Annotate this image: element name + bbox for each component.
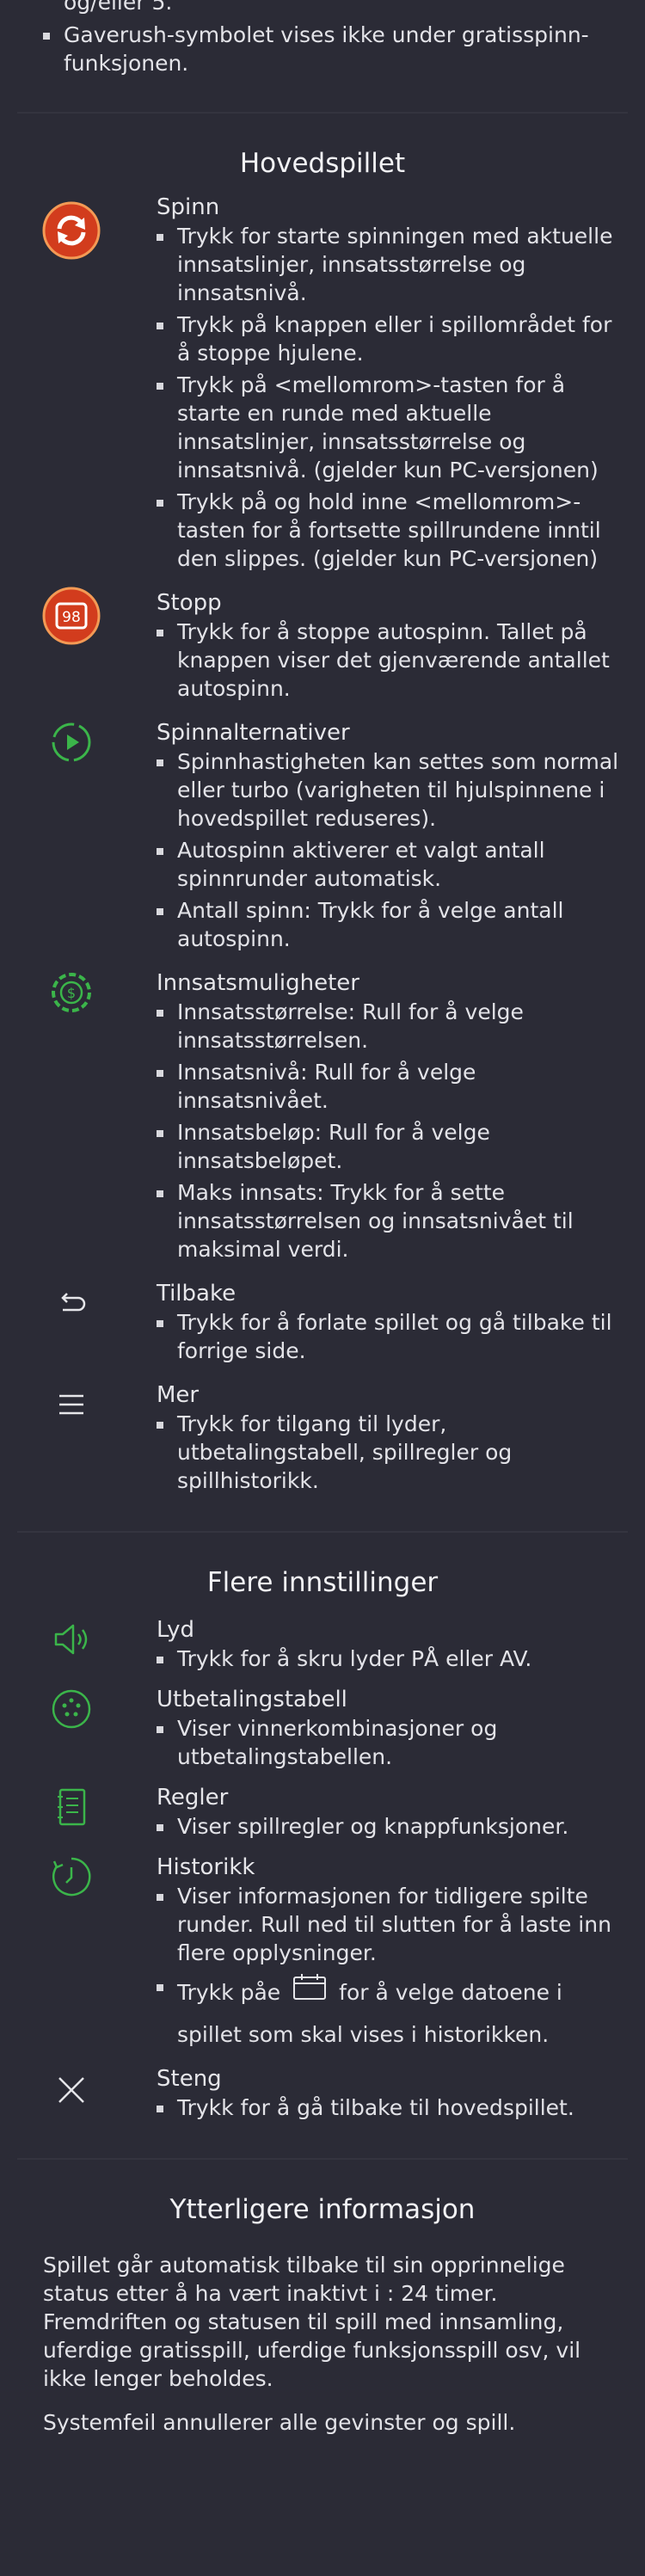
spin-title: Spinn bbox=[157, 194, 220, 220]
list-item: Maks innsats: Trykk for å sette innsatss… bbox=[157, 1178, 628, 1263]
section-title-additional-info: Ytterligere informasjon bbox=[169, 2194, 476, 2225]
more-info: Mer Trykk for tilgang til lyder, utbetal… bbox=[0, 1380, 645, 1495]
more-title: Mer bbox=[157, 1382, 200, 1408]
info-paragraph: Spillet går automatisk tilbake til sin o… bbox=[43, 2253, 581, 2391]
fragment-text: og/eller 5. bbox=[64, 0, 173, 15]
close-title: Steng bbox=[157, 2066, 222, 2092]
rulebook-icon bbox=[42, 1778, 101, 1836]
stop-title: Stopp bbox=[157, 590, 222, 616]
rules-title: Regler bbox=[157, 1785, 229, 1811]
list-item: Trykk for starte spinningen med aktuelle… bbox=[157, 222, 628, 307]
back-arrow-icon bbox=[42, 1274, 101, 1332]
paytable-icon bbox=[42, 1680, 101, 1738]
history-info: Historikk Viser informasjonen for tidlig… bbox=[0, 1853, 645, 2056]
list-item: Antall spinn: Trykk for å velge antall a… bbox=[157, 896, 628, 953]
back-info: Tilbake Trykk for å forlate spillet og g… bbox=[0, 1279, 645, 1365]
play-options-icon bbox=[42, 713, 101, 772]
bet-options-title: Innsatsmuligheter bbox=[157, 970, 359, 996]
bet-options-icon: $ bbox=[42, 963, 101, 1022]
bet-options-info: $ Innsatsmuligheter Innsatsstørrelse: Ru… bbox=[0, 968, 645, 1263]
list-item: Trykk for å skru lyder PÅ eller AV. bbox=[157, 1645, 628, 1673]
stop-autospin-icon: 98 bbox=[42, 587, 101, 645]
list-item: Innsatsbeløp: Rull for å velge innsatsbe… bbox=[157, 1118, 628, 1175]
spin-options-title: Spinnalternativer bbox=[157, 720, 350, 746]
list-item: Trykk for å gå tilbake til hovedspillet. bbox=[157, 2093, 628, 2122]
sound-info: Lyd Trykk for å skru lyder PÅ eller AV. bbox=[0, 1615, 645, 1673]
list-item: Trykk for å stoppe autospinn. Tallet på … bbox=[157, 618, 628, 703]
list-item: Viser informasjonen for tidligere spilte… bbox=[157, 1882, 628, 1967]
date-text-before: Trykk påe bbox=[177, 1980, 281, 2005]
list-item: Trykk for tilgang til lyder, utbetalings… bbox=[157, 1410, 628, 1495]
list-item: Innsatsstørrelse: Rull for å velge innsa… bbox=[157, 998, 628, 1054]
previous-section-tail: og/eller 5. Gaverush-symbolet vises ikke… bbox=[0, 0, 645, 77]
list-item: Viser spillregler og knappfunksjoner. bbox=[157, 1812, 628, 1841]
list-item: Gaverush-symbolet vises ikke under grati… bbox=[43, 21, 602, 77]
info-paragraph: Systemfeil annullerer alle gevinster og … bbox=[43, 2410, 516, 2435]
list-item: Viser vinnerkombinasjoner og utbetalings… bbox=[157, 1714, 628, 1771]
sound-title: Lyd bbox=[157, 1617, 194, 1643]
list-item: Trykk på og hold inne <mellomrom>-tasten… bbox=[157, 488, 628, 573]
rules-info: Regler Viser spillregler og knappfunksjo… bbox=[0, 1783, 645, 1841]
rules-page: og/eller 5. Gaverush-symbolet vises ikke… bbox=[0, 0, 645, 2564]
stop-badge: 98 bbox=[62, 609, 81, 626]
list-item: Trykk på <mellomrom>-tasten for å starte… bbox=[157, 371, 628, 484]
list-item-date: Trykk påe for å velge datoene i spillet s… bbox=[157, 1972, 628, 2056]
list-item: Autospinn aktiverer et valgt antall spin… bbox=[157, 836, 628, 893]
stop-info: 98 Stopp Trykk for å stoppe autospinn. T… bbox=[0, 587, 645, 703]
spin-icon bbox=[42, 201, 101, 260]
history-clock-icon bbox=[42, 1847, 101, 1906]
list-item: Trykk på knappen eller i spillområdet fo… bbox=[157, 310, 628, 367]
paytable-title: Utbetalingstabell bbox=[157, 1687, 347, 1712]
speaker-icon bbox=[42, 1610, 101, 1669]
section-title-settings: Flere innstillinger bbox=[206, 1567, 439, 1598]
date-text-line2: spillet som skal vises i historikken. bbox=[177, 2022, 550, 2047]
list-item: Trykk for å forlate spillet og gå tilbak… bbox=[157, 1308, 628, 1365]
calendar-icon bbox=[292, 1973, 327, 2014]
close-icon bbox=[42, 2061, 101, 2119]
list-item: Spinnhastigheten kan settes som normal e… bbox=[157, 747, 628, 833]
history-title: Historikk bbox=[157, 1854, 255, 1880]
menu-icon bbox=[42, 1375, 101, 1434]
close-info: Steng Trykk for å gå tilbake til hovedsp… bbox=[0, 2064, 645, 2122]
list-item: Innsatsnivå: Rull for å velge innsatsniv… bbox=[157, 1058, 628, 1115]
dollar-symbol: $ bbox=[67, 985, 76, 1001]
date-text-after: for å velge datoene i bbox=[339, 1980, 562, 2005]
spin-options-info: Spinnalternativer Spinnhastigheten kan s… bbox=[0, 718, 645, 953]
back-title: Tilbake bbox=[157, 1281, 236, 1306]
section-title-main-game: Hovedspillet bbox=[239, 148, 406, 179]
paytable-info: Utbetalingstabell Viser vinnerkombinasjo… bbox=[0, 1685, 645, 1771]
spin-info: Spinn Trykk for starte spinningen med ak… bbox=[0, 193, 645, 573]
